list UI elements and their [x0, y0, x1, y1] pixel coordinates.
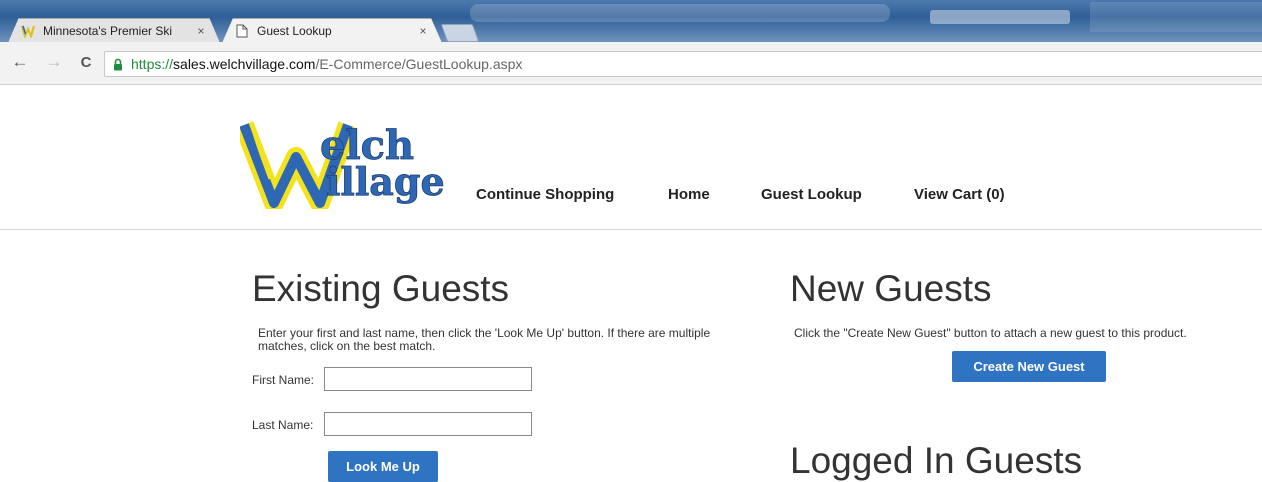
create-new-guest-button[interactable]: Create New Guest — [952, 351, 1106, 382]
nav-home[interactable]: Home — [668, 186, 710, 203]
existing-guests-instructions: Enter your first and last name, then cli… — [258, 326, 711, 353]
browser-tabstrip: Minnesota's Premier Ski × Guest Lookup × — [0, 0, 1262, 42]
lock-icon — [113, 57, 125, 71]
new-tab-button[interactable] — [440, 24, 480, 42]
tab-title: Guest Lookup — [257, 24, 332, 38]
welch-village-favicon-icon — [21, 24, 35, 38]
first-name-input[interactable] — [324, 367, 532, 391]
address-bar[interactable]: https://sales.welchvillage.com/E-Commerc… — [104, 51, 1262, 77]
page-icon — [235, 24, 249, 38]
new-guests-instructions: Click the "Create New Guest" button to a… — [794, 326, 1187, 340]
nav-continue-shopping[interactable]: Continue Shopping — [476, 186, 614, 203]
url-text: https://sales.welchvillage.com/E-Commerc… — [131, 56, 522, 72]
browser-toolbar: ← → C https://sales.welchvillage.com/E-C… — [0, 42, 1262, 85]
last-name-label: Last Name: — [252, 418, 314, 432]
desktop-background — [930, 10, 1070, 24]
reload-icon[interactable]: C — [76, 52, 96, 72]
nav-view-cart[interactable]: View Cart (0) — [914, 186, 1005, 203]
tab-title: Minnesota's Premier Ski — [43, 24, 172, 38]
url-host: sales.welchvillage.com — [173, 56, 316, 72]
back-arrow-icon[interactable]: ← — [10, 52, 30, 72]
logged-in-guests-title: Logged In Guests — [790, 440, 1083, 481]
browser-tab-guest-lookup[interactable]: Guest Lookup × — [222, 18, 442, 42]
url-scheme: https:// — [131, 56, 174, 72]
tab-close-icon[interactable]: × — [415, 24, 431, 38]
welch-village-logo[interactable]: elch illage — [234, 117, 460, 213]
new-guests-title: New Guests — [790, 268, 992, 309]
desktop-background — [1090, 2, 1262, 32]
forward-arrow-icon[interactable]: → — [44, 52, 64, 72]
existing-guests-title: Existing Guests — [252, 268, 510, 309]
last-name-input[interactable] — [324, 412, 532, 436]
first-name-label: First Name: — [252, 373, 315, 387]
look-me-up-button[interactable]: Look Me Up — [328, 451, 438, 482]
url-path: /E-Commerce/GuestLookup.aspx — [315, 56, 523, 72]
tab-close-icon[interactable]: × — [193, 24, 209, 38]
header-divider — [0, 229, 1262, 230]
logo-text-bottom: illage — [326, 159, 445, 204]
browser-tab-welch-home[interactable]: Minnesota's Premier Ski × — [8, 18, 220, 42]
nav-guest-lookup[interactable]: Guest Lookup — [761, 186, 862, 203]
desktop-background — [470, 4, 890, 22]
